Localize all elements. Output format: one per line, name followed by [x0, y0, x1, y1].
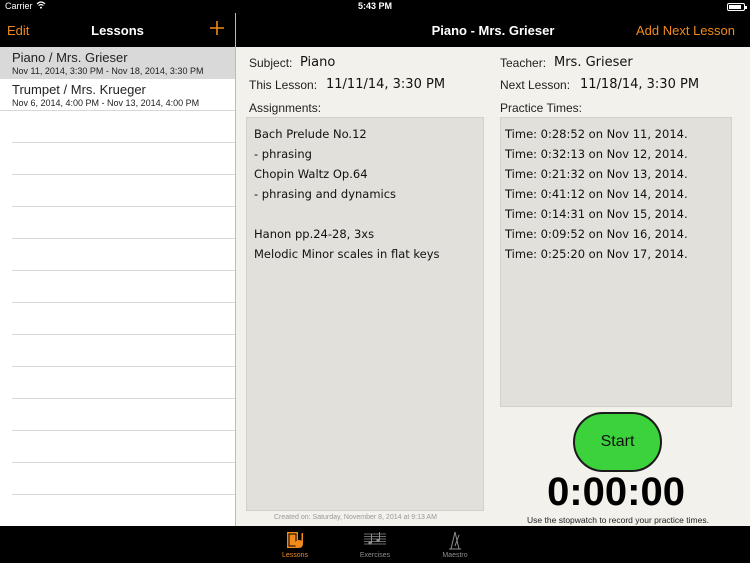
tab-maestro[interactable]: Maestro: [425, 530, 485, 559]
empty-row: [12, 431, 235, 463]
assignments-box[interactable]: Bach Prelude No.12 - phrasing Chopin Wal…: [246, 117, 484, 511]
detail-nav-bar: Piano - Mrs. Grieser Add Next Lesson: [236, 13, 750, 47]
assignment-line: - phrasing and dynamics: [254, 187, 397, 201]
stopwatch-display: 0:00:00: [547, 470, 685, 514]
empty-row: [12, 303, 235, 335]
sheet-music-icon: [345, 530, 405, 550]
music-book-icon: [265, 530, 325, 550]
assignment-line: - phrasing: [254, 147, 312, 161]
add-lesson-button[interactable]: [210, 17, 224, 39]
lesson-detail-panel: Piano - Mrs. Grieser Add Next Lesson Sub…: [236, 13, 750, 526]
tab-label: Maestro: [442, 552, 468, 559]
tab-bar: Lessons Exercises Maestro: [0, 526, 750, 563]
tab-exercises[interactable]: Exercises: [345, 530, 405, 559]
practice-time-entry: Time: 0:25:20 on Nov 17, 2014.: [505, 247, 688, 261]
assignments-label: Assignments:: [249, 101, 322, 115]
empty-row: [12, 207, 235, 239]
this-lesson-value[interactable]: 11/11/14, 3:30 PM: [326, 77, 445, 92]
lessons-title: Lessons: [91, 23, 144, 38]
empty-row: [12, 335, 235, 367]
empty-row: [12, 239, 235, 271]
this-lesson-label: This Lesson:: [249, 78, 318, 92]
practice-time-entry: Time: 0:14:31 on Nov 15, 2014.: [505, 207, 688, 221]
empty-row: [12, 143, 235, 175]
stopwatch-hint: Use the stopwatch to record your practic…: [527, 515, 709, 525]
empty-row: [12, 463, 235, 495]
assignment-line: Chopin Waltz Op.64: [254, 167, 368, 181]
assignment-line: Hanon pp.24-28, 3xs: [254, 227, 375, 241]
plus-icon: [210, 21, 224, 35]
lesson-row-trumpet[interactable]: Trumpet / Mrs. Krueger Nov 6, 2014, 4:00…: [0, 79, 235, 111]
empty-row: [12, 271, 235, 303]
lesson-row-piano[interactable]: Piano / Mrs. Grieser Nov 11, 2014, 3:30 …: [0, 47, 235, 79]
practice-time-entry: Time: 0:28:52 on Nov 11, 2014.: [505, 127, 688, 141]
practice-times-box[interactable]: Time: 0:28:52 on Nov 11, 2014. Time: 0:3…: [500, 117, 732, 407]
start-button[interactable]: Start: [573, 412, 662, 472]
teacher-value[interactable]: Mrs. Grieser: [554, 55, 633, 70]
tab-label: Exercises: [359, 552, 391, 559]
practice-time-entry: Time: 0:21:32 on Nov 13, 2014.: [505, 167, 688, 181]
lessons-nav-bar: Edit Lessons: [0, 13, 235, 47]
metronome-icon: [425, 530, 485, 550]
add-next-lesson-button[interactable]: Add Next Lesson: [636, 23, 735, 38]
tab-label: Lessons: [281, 552, 309, 559]
practice-times-label: Practice Times:: [500, 101, 583, 115]
lessons-list: Piano / Mrs. Grieser Nov 11, 2014, 3:30 …: [0, 47, 235, 495]
empty-row: [12, 367, 235, 399]
teacher-label: Teacher:: [500, 56, 547, 70]
created-on-label: Created on: Saturday, November 8, 2014 a…: [274, 514, 437, 521]
practice-time-entry: Time: 0:32:13 on Nov 12, 2014.: [505, 147, 688, 161]
tab-lessons[interactable]: Lessons: [265, 530, 325, 559]
lesson-title: Piano / Mrs. Grieser: [12, 50, 128, 65]
subject-label: Subject:: [249, 56, 293, 70]
next-lesson-value[interactable]: 11/18/14, 3:30 PM: [580, 77, 699, 92]
next-lesson-label: Next Lesson:: [500, 78, 571, 92]
status-time: 5:43 PM: [357, 1, 392, 11]
status-bar: Carrier 5:43 PM: [0, 0, 750, 13]
lesson-dates: Nov 11, 2014, 3:30 PM - Nov 18, 2014, 3:…: [12, 66, 204, 76]
lesson-title: Trumpet / Mrs. Krueger: [12, 82, 146, 97]
empty-row: [12, 175, 235, 207]
empty-row: [12, 111, 235, 143]
practice-time-entry: Time: 0:41:12 on Nov 14, 2014.: [505, 187, 688, 201]
practice-time-entry: Time: 0:09:52 on Nov 16, 2014.: [505, 227, 688, 241]
assignment-line: Bach Prelude No.12: [254, 127, 367, 141]
empty-row: [12, 399, 235, 431]
subject-value[interactable]: Piano: [300, 55, 335, 70]
battery-icon: [727, 3, 747, 11]
lessons-panel: Edit Lessons Piano / Mrs. Grieser Nov 11…: [0, 13, 235, 526]
assignment-line: [254, 204, 476, 224]
lesson-dates: Nov 6, 2014, 4:00 PM - Nov 13, 2014, 4:0…: [12, 98, 200, 108]
assignment-line: Melodic Minor scales in flat keys: [254, 247, 440, 261]
